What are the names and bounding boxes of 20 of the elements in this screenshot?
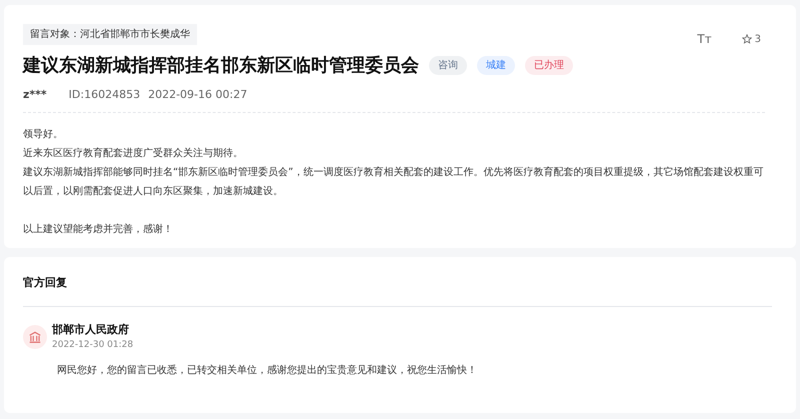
reply-org: 邯郸市人民政府 (52, 322, 130, 338)
building-icon (23, 324, 47, 348)
reply-heading: 官方回复 (23, 275, 68, 291)
message-title: 建议东湖新城指挥部挂名邯东新区临时管理委员会 (23, 54, 419, 78)
author-name: z*** (23, 87, 47, 103)
star-icon (742, 34, 752, 44)
body-paragraph: 领导好。 (23, 128, 64, 142)
tag: 已办理 (525, 56, 573, 75)
font-size-button[interactable]: Tт (697, 30, 712, 48)
body-paragraph: 建议东湖新城指挥部能够同时挂名“邯东新区临时管理委员会”，统一调度医疗教育相关配套的建设工作。优先将医疗教育配套的项目权重提级，其它场馆配套建设权重可以后置，以刚需配套促进人口向东区聚集，加速新城建设。 (23, 166, 764, 198)
body-paragraph: 近来东区医疗教育配套进度广受群众关注与期待。 (23, 146, 244, 160)
tag: 城建 (477, 56, 515, 75)
tag: 咨询 (429, 56, 467, 75)
closing-paragraph: 以上建议望能考虑并完善，感谢！ (23, 222, 174, 236)
recipient-label: 留言对象：河北省邯郸市市长樊成华 (23, 24, 197, 45)
star-button[interactable]: 3 (742, 32, 761, 46)
reply-time: 2022-12-30 01:28 (52, 339, 134, 352)
message-id: ID:16024853 (68, 87, 140, 103)
message-time: 2022-09-16 00:27 (148, 87, 248, 103)
reply-text: 网民您好，您的留言已收悉，已转交相关单位，感谢您提出的宝贵意见和建议，祝您生活愉快！ (57, 364, 478, 378)
